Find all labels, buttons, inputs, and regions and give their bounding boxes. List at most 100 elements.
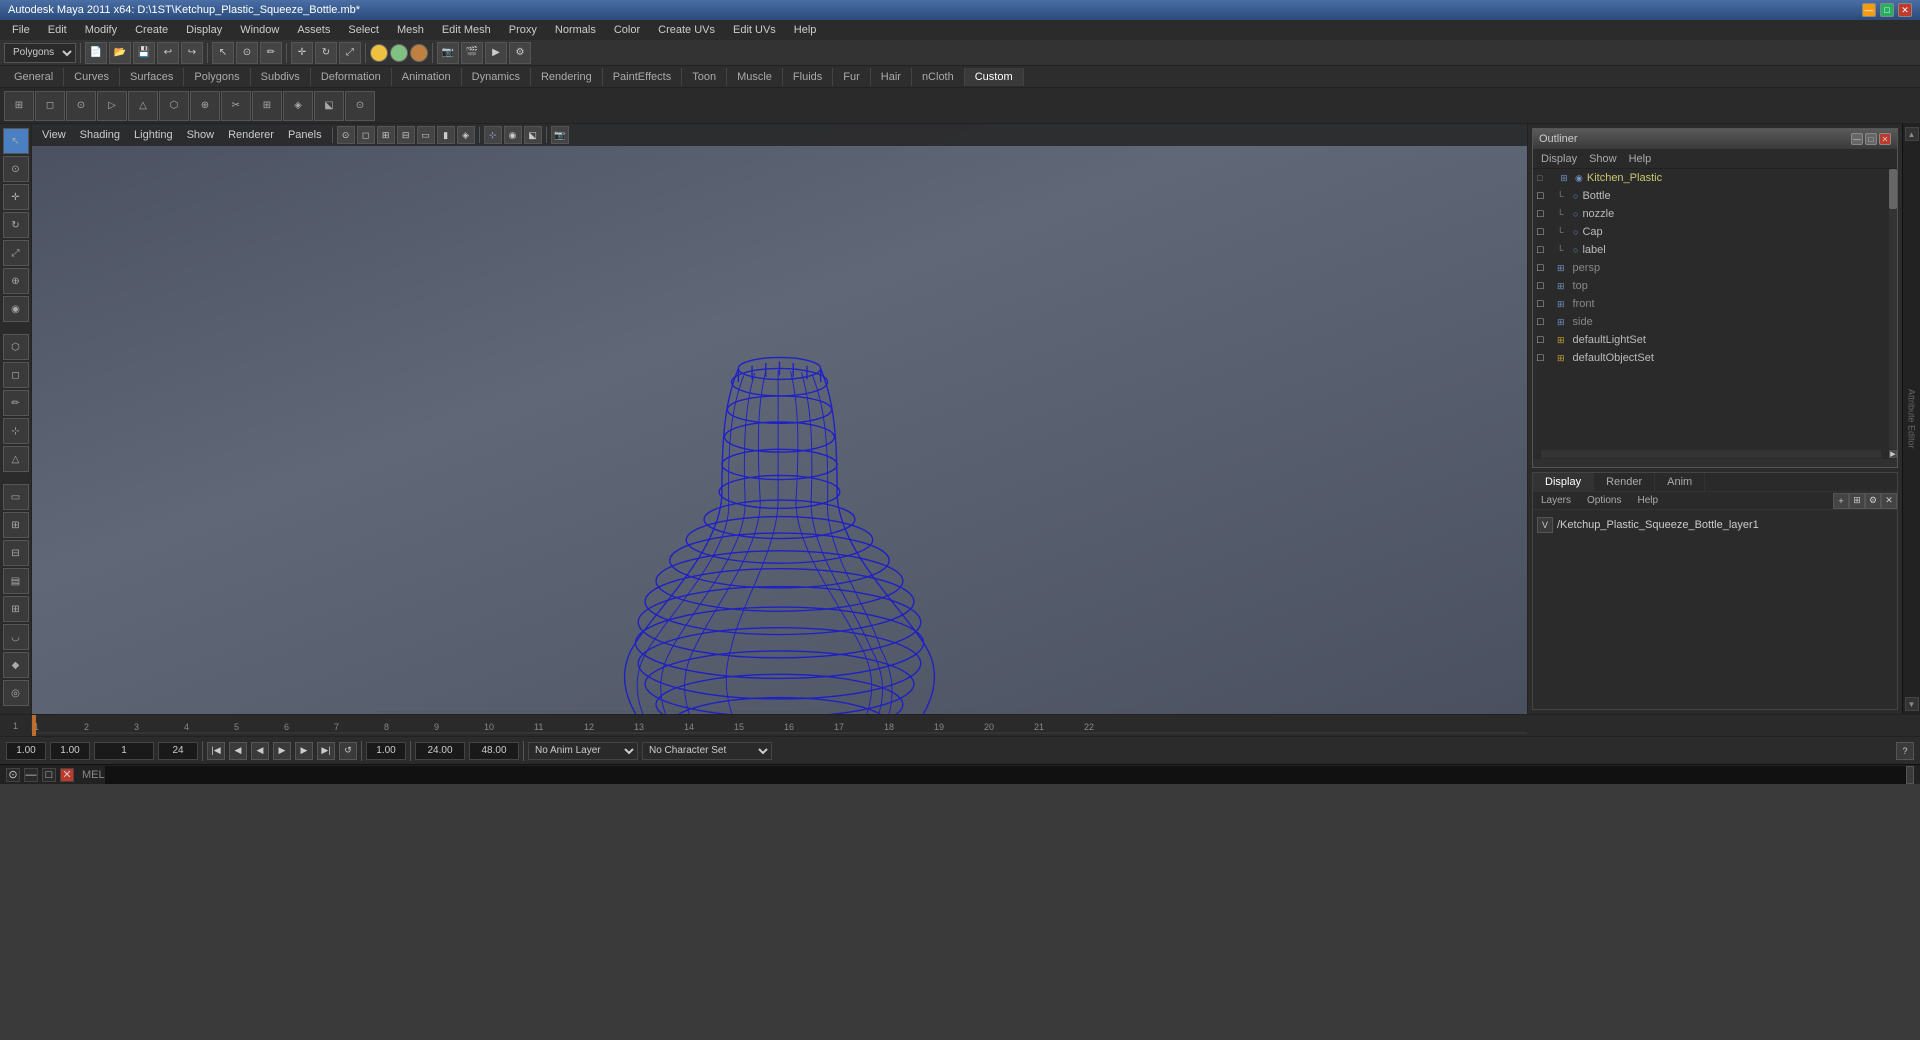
menu-createuvs[interactable]: Create UVs	[650, 22, 723, 38]
shelf-icon-2[interactable]: ◻	[35, 91, 65, 121]
paint-tool-button[interactable]: ✏	[260, 42, 282, 64]
shelf-icon-5[interactable]: △	[128, 91, 158, 121]
view-menu[interactable]: View	[36, 127, 72, 143]
outliner-help-menu[interactable]: Help	[1625, 153, 1656, 165]
mel-scroll[interactable]	[1906, 766, 1914, 784]
outliner-scrollbar[interactable]	[1889, 169, 1897, 449]
shelf-tab-general[interactable]: General	[4, 68, 64, 86]
outliner-checkbox-cap[interactable]: □	[1537, 226, 1553, 238]
camera-button[interactable]: 📷	[437, 42, 459, 64]
outliner-min-btn[interactable]: —	[1851, 133, 1863, 145]
close-button[interactable]: ✕	[1898, 3, 1912, 17]
shelf-tab-hair[interactable]: Hair	[871, 68, 912, 86]
layout-three[interactable]: ⊟	[3, 540, 29, 566]
timeline-ruler[interactable]: 1 1 2 3 4 5 6 7 8 9 10 11 12 13 1	[0, 714, 1920, 736]
go-to-start-btn[interactable]: |◀	[207, 742, 225, 760]
playback-end-input[interactable]	[415, 742, 465, 760]
menu-window[interactable]: Window	[232, 22, 287, 38]
menu-select[interactable]: Select	[340, 22, 387, 38]
outliner-checkbox-label[interactable]: □	[1537, 244, 1553, 256]
layer-opts-btn[interactable]: ⚙	[1865, 493, 1881, 509]
outliner-show-menu[interactable]: Show	[1585, 153, 1621, 165]
outliner-item-cap[interactable]: □ └ ○ Cap	[1533, 223, 1897, 241]
polygon-tool-5[interactable]: △	[3, 446, 29, 472]
open-file-button[interactable]: 📂	[109, 42, 131, 64]
undo-button[interactable]: ↩	[157, 42, 179, 64]
vp-icon-7[interactable]: ◈	[457, 126, 475, 144]
layout-two[interactable]: ▤	[3, 568, 29, 594]
shelf-tab-custom[interactable]: Custom	[965, 68, 1024, 86]
options-tab[interactable]: Options	[1579, 495, 1629, 506]
color-swatch-2[interactable]	[390, 44, 408, 62]
help-btn[interactable]: ?	[1896, 742, 1914, 760]
vp-icon-wire[interactable]: ⊹	[484, 126, 502, 144]
render-button[interactable]: 🎬	[461, 42, 483, 64]
layer-help-tab[interactable]: Help	[1629, 495, 1666, 506]
layout-four[interactable]: ⊞	[3, 512, 29, 538]
ipr-button[interactable]: ▶	[485, 42, 507, 64]
layout-single[interactable]: ▭	[3, 484, 29, 510]
start-frame-input[interactable]	[6, 742, 46, 760]
playback-start-input[interactable]	[366, 742, 406, 760]
mel-icon-3[interactable]: □	[42, 768, 56, 782]
shelf-icon-9[interactable]: ⊞	[252, 91, 282, 121]
render-tab[interactable]: Render	[1594, 473, 1655, 491]
outliner-checkbox-dls[interactable]: □	[1537, 334, 1553, 346]
timeline-track[interactable]: 1 2 3 4 5 6 7 8 9 10 11 12 13 14 15 16 1…	[32, 715, 1527, 737]
lasso-tool-button[interactable]: ⊙	[236, 42, 258, 64]
menu-editmesh[interactable]: Edit Mesh	[434, 22, 499, 38]
character-set-select[interactable]: No Character Set	[642, 742, 772, 760]
viewport-3d[interactable]: View Shading Lighting Show Renderer Pane…	[32, 124, 1527, 714]
shelf-tab-animation[interactable]: Animation	[392, 68, 462, 86]
prev-frame-btn[interactable]: ◀	[229, 742, 247, 760]
mode-selector[interactable]: Polygons	[4, 43, 76, 63]
menu-modify[interactable]: Modify	[77, 22, 125, 38]
outliner-checkbox-dos[interactable]: □	[1537, 352, 1553, 364]
settings-button[interactable]: ⚙	[509, 42, 531, 64]
redo-button[interactable]: ↪	[181, 42, 203, 64]
outliner-item-front[interactable]: □ ⊞ front	[1533, 295, 1897, 313]
outliner-item-side[interactable]: □ ⊞ side	[1533, 313, 1897, 331]
ae-top-btn[interactable]: ▲	[1905, 127, 1919, 141]
renderer-menu[interactable]: Renderer	[222, 127, 280, 143]
outliner-item-bottle[interactable]: □ └ ○ Bottle	[1533, 187, 1897, 205]
outliner-hscrollbar[interactable]: ▶	[1533, 449, 1897, 459]
menu-edituvs[interactable]: Edit UVs	[725, 22, 784, 38]
shelf-tab-deformation[interactable]: Deformation	[311, 68, 392, 86]
vp-icon-smooth[interactable]: ◉	[504, 126, 522, 144]
menu-help[interactable]: Help	[786, 22, 825, 38]
shelf-icon-11[interactable]: ⬕	[314, 91, 344, 121]
select-tool-button[interactable]: ↖	[212, 42, 234, 64]
polygon-tool-4[interactable]: ⊹	[3, 418, 29, 444]
polygon-tool-2[interactable]: ◻	[3, 362, 29, 388]
shelf-tab-ncloth[interactable]: nCloth	[912, 68, 965, 86]
snap-grid[interactable]: ⊞	[3, 596, 29, 622]
layer-row-1[interactable]: V /Ketchup_Plastic_Squeeze_Bottle_layer1	[1537, 514, 1893, 536]
shelf-icon-12[interactable]: ⊙	[345, 91, 375, 121]
shelf-icon-8[interactable]: ✂	[221, 91, 251, 121]
shelf-tab-fur[interactable]: Fur	[833, 68, 871, 86]
mel-icon-2[interactable]: —	[24, 768, 38, 782]
universal-tool[interactable]: ⊕	[3, 268, 29, 294]
mel-close-icon[interactable]: ✕	[60, 768, 74, 782]
shelf-tab-toon[interactable]: Toon	[682, 68, 727, 86]
anim-tab[interactable]: Anim	[1655, 473, 1705, 491]
end-frame-input[interactable]	[158, 742, 198, 760]
outliner-item-defaultlightset[interactable]: □ ⊞ defaultLightSet	[1533, 331, 1897, 349]
vp-icon-camera[interactable]: 📷	[551, 126, 569, 144]
menu-assets[interactable]: Assets	[289, 22, 338, 38]
mel-input[interactable]	[105, 766, 1906, 784]
vp-icon-3[interactable]: ⊞	[377, 126, 395, 144]
outliner-checkbox-side[interactable]: □	[1537, 316, 1553, 328]
shelf-icon-7[interactable]: ⊕	[190, 91, 220, 121]
shelf-icon-1[interactable]: ⊞	[4, 91, 34, 121]
play-forward-btn[interactable]: ▶	[273, 742, 291, 760]
panels-menu[interactable]: Panels	[282, 127, 328, 143]
outliner-display-menu[interactable]: Display	[1537, 153, 1581, 165]
move-tool-button[interactable]: ✛	[291, 42, 313, 64]
shelf-tab-rendering[interactable]: Rendering	[531, 68, 603, 86]
outliner-checkbox-nozzle[interactable]: □	[1537, 208, 1553, 220]
select-mode-button[interactable]: ↖	[3, 128, 29, 154]
next-frame-btn[interactable]: ▶	[295, 742, 313, 760]
outliner-checkbox-top[interactable]: □	[1537, 280, 1553, 292]
